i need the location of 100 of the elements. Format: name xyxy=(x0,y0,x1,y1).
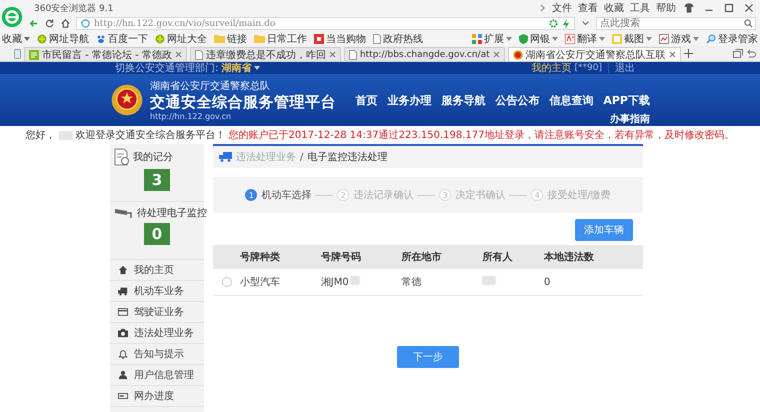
blurred-name xyxy=(58,130,72,140)
search-field[interactable]: 点此搜索 xyxy=(596,17,756,30)
browser-tab[interactable]: http://bbs.changde.gov.cn/at xyxy=(344,47,505,61)
page-icon xyxy=(194,50,203,60)
folder-icon xyxy=(214,34,225,43)
bell-icon xyxy=(118,349,128,359)
caret-icon xyxy=(693,36,699,40)
lightning-icon[interactable] xyxy=(562,18,570,28)
sidebar-item[interactable]: 驾驶证业务 xyxy=(110,302,204,323)
step-label: 违法记录确认 xyxy=(353,188,414,202)
greeting-text: 您好， xyxy=(26,129,56,142)
nav-link[interactable]: 服务导航 xyxy=(441,93,486,108)
nav-link[interactable]: APP下载 xyxy=(603,93,650,108)
column-header: 所有人 xyxy=(482,252,512,263)
back-icon[interactable] xyxy=(28,18,39,29)
nav-link[interactable]: 业务办理 xyxy=(387,93,432,108)
sidebar-item[interactable]: 违法处理业务 xyxy=(110,323,204,344)
bookmark-item[interactable]: 链接 xyxy=(214,32,247,46)
search-icon[interactable] xyxy=(744,19,753,28)
home-link[interactable]: 我的主页 xyxy=(532,61,572,75)
undo-icon[interactable] xyxy=(746,48,756,58)
home-icon xyxy=(118,265,128,275)
sidebar-item[interactable]: 用户信息管理 xyxy=(110,365,204,386)
skin-icon[interactable] xyxy=(682,2,696,14)
nav-link[interactable]: 办事指南 xyxy=(610,114,650,126)
stat-label: 待处理电子监控 xyxy=(137,206,207,220)
browser-tab[interactable]: 市民留言 - 常德论坛 - 常德政 xyxy=(24,47,187,61)
step-number: 2 xyxy=(337,189,350,201)
emblem-icon xyxy=(110,83,144,117)
step-number: 4 xyxy=(531,189,544,201)
refresh-icon[interactable] xyxy=(44,18,55,29)
toolbar-item[interactable]: 网银 xyxy=(519,32,558,46)
search-icon xyxy=(706,34,716,44)
toolbar-item[interactable]: 翻译 xyxy=(565,32,605,46)
close-icon[interactable] xyxy=(174,51,182,58)
nav-link[interactable]: 公告公布 xyxy=(495,93,540,108)
department-label: 切换公安交通管理部门: xyxy=(115,62,218,75)
region-dropdown[interactable]: 湖南省 xyxy=(221,61,260,75)
nav-link[interactable]: 信息查询 xyxy=(549,93,594,108)
caret-icon xyxy=(506,36,512,40)
bookmark-item[interactable]: 网址导航 xyxy=(37,32,89,46)
menu-item[interactable]: 收藏 xyxy=(604,1,624,15)
sidebar-item[interactable]: 网办进度 xyxy=(110,386,204,407)
sidebar-item[interactable]: 我的主页 xyxy=(110,260,204,281)
maximize-icon[interactable] xyxy=(722,2,736,14)
toolbar-item[interactable]: 扩展 xyxy=(472,32,512,46)
close-icon[interactable] xyxy=(742,2,756,14)
home-icon[interactable] xyxy=(60,18,71,29)
caret-icon xyxy=(552,36,558,40)
close-icon[interactable] xyxy=(492,51,500,58)
sidebar-item[interactable]: 机动车业务 xyxy=(110,281,204,302)
caret-icon xyxy=(254,66,260,70)
new-tab-icon[interactable] xyxy=(684,49,693,58)
stat-value: 0 xyxy=(144,223,170,245)
browser-tab[interactable]: 违章缴费总是不成功，咋回 xyxy=(190,47,341,61)
table-cell: 湘JM0 xyxy=(320,277,349,288)
phone-icon[interactable] xyxy=(14,48,21,58)
step-label: 决定书确认 xyxy=(455,188,506,202)
radio-button[interactable] xyxy=(222,277,232,287)
toolbar-item[interactable]: 游戏 xyxy=(659,32,699,46)
folder-icon xyxy=(254,34,265,43)
menu-item[interactable]: 工具 xyxy=(630,1,650,15)
close-icon[interactable] xyxy=(328,51,336,58)
blurred-text xyxy=(350,276,360,285)
tab-list-icon[interactable] xyxy=(733,48,743,58)
browser-tab[interactable]: 湖南省公安厅交通警察总队互联 xyxy=(508,47,681,61)
shop-icon xyxy=(314,34,324,44)
login-notice: 您的账户已于2017-12-28 14:37通过223.150.198.177地址登录，请注意账号安全，若有异常，及时修改密码。 xyxy=(228,128,734,142)
table-cell: 小型汽车 xyxy=(240,277,280,288)
toolbar-item[interactable]: 登录管家 xyxy=(706,32,758,46)
menu-item[interactable]: 文件 xyxy=(552,1,572,15)
column-header: 本地违法数 xyxy=(544,252,594,263)
toolbar-item[interactable]: 截图 xyxy=(612,32,652,46)
bookmark-item[interactable]: 当当购物 xyxy=(314,32,366,46)
bookmark-item[interactable]: 百度一下 xyxy=(96,32,148,46)
table-cell: 0 xyxy=(544,276,550,288)
account-id: [**90] xyxy=(574,63,609,73)
menu-item[interactable]: 查看 xyxy=(578,1,598,15)
translate-icon xyxy=(565,34,575,44)
chevron-icon[interactable] xyxy=(540,4,546,12)
address-field[interactable]: http://hn.122.gov.cn/vio/surveil/main.do xyxy=(76,17,575,30)
nav-link[interactable]: 首页 xyxy=(355,93,378,108)
bookmark-item[interactable]: 网址大全 xyxy=(155,32,207,46)
emblem-icon xyxy=(512,50,523,60)
menu-item[interactable]: 帮助 xyxy=(656,1,676,15)
table-cell: 常德 xyxy=(402,277,422,288)
bookmark-item[interactable]: 日常工作 xyxy=(254,32,307,46)
page-icon xyxy=(348,50,357,60)
bookmark-item[interactable]: 收藏 xyxy=(2,32,30,46)
site-title: 交通安全综合服务管理平台 xyxy=(150,93,336,112)
game-icon xyxy=(659,34,669,44)
step-number: 3 xyxy=(439,189,452,201)
step-label: 接受处理/缴费 xyxy=(547,188,611,202)
close-icon[interactable] xyxy=(668,51,676,58)
breadcrumb-current: 电子监控违法处理 xyxy=(307,150,388,164)
bookmark-item[interactable]: 政府热线 xyxy=(373,32,423,46)
sidebar-item[interactable]: 告知与提示 xyxy=(110,344,204,365)
caret-icon xyxy=(24,36,30,40)
page-icon xyxy=(373,34,381,44)
logout-link[interactable]: 退出 xyxy=(612,61,635,75)
